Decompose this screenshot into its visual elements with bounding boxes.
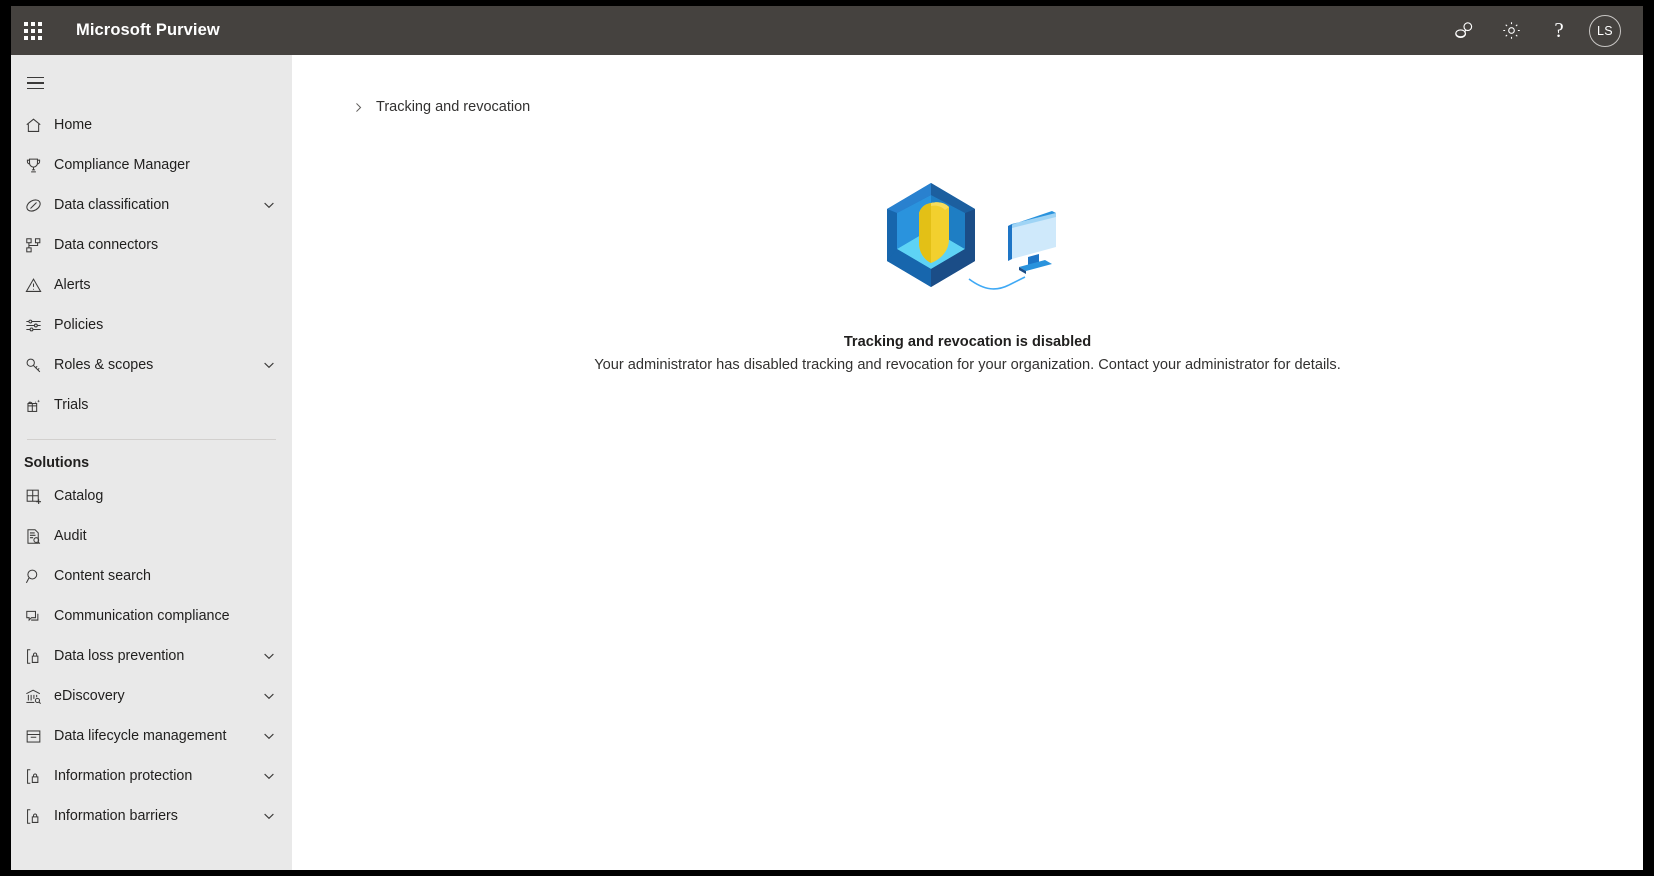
sidebar-item-label: Catalog — [54, 488, 103, 504]
grid-plus-icon — [24, 487, 54, 506]
sidebar-item-label: Compliance Manager — [54, 157, 190, 173]
sidebar-item-catalog[interactable]: Catalog — [11, 476, 292, 516]
connectors-icon — [24, 236, 54, 255]
sidebar-item-information-barriers[interactable]: Information barriers — [11, 796, 292, 836]
sidebar-item-label: Information barriers — [54, 808, 178, 824]
sidebar-item-label: Policies — [54, 317, 103, 333]
empty-state-description: Your administrator has disabled tracking… — [594, 357, 1341, 373]
gear-icon[interactable] — [1487, 6, 1535, 55]
archive-box-icon — [24, 727, 54, 746]
tag-icon — [24, 196, 54, 215]
sidebar-item-label: Home — [54, 117, 92, 133]
left-navigation-sidebar: Home Compliance Manager Da — [11, 55, 292, 870]
sidebar-item-label: eDiscovery — [54, 688, 125, 704]
document-search-icon — [24, 527, 54, 546]
empty-state-title: Tracking and revocation is disabled — [844, 334, 1091, 350]
sidebar-divider — [27, 439, 276, 440]
sidebar-item-trials[interactable]: Trials — [11, 385, 292, 425]
sidebar-item-data-loss-prevention[interactable]: Data loss prevention — [11, 636, 292, 676]
sidebar-item-roles-and-scopes[interactable]: Roles & scopes — [11, 345, 292, 385]
chevron-right-icon[interactable] — [352, 101, 365, 114]
app-header: Microsoft Purview ? L — [11, 6, 1643, 55]
help-icon[interactable]: ? — [1535, 6, 1583, 55]
bank-search-icon — [24, 687, 54, 706]
document-lock-icon — [24, 807, 54, 826]
sidebar-item-label: Alerts — [54, 277, 91, 293]
sidebar-item-label: Data lifecycle management — [54, 728, 226, 744]
warning-triangle-icon — [24, 276, 54, 295]
document-lock-icon — [24, 647, 54, 666]
trophy-icon — [24, 156, 54, 175]
chevron-down-icon[interactable] — [262, 649, 276, 663]
sidebar-item-compliance-manager[interactable]: Compliance Manager — [11, 145, 292, 185]
sidebar-item-alerts[interactable]: Alerts — [11, 265, 292, 305]
feedback-icon[interactable] — [1439, 6, 1487, 55]
sidebar-item-label: Data loss prevention — [54, 648, 184, 664]
header-actions: ? LS — [1439, 6, 1643, 55]
sidebar-item-audit[interactable]: Audit — [11, 516, 292, 556]
sidebar-item-information-protection[interactable]: Information protection — [11, 756, 292, 796]
gift-icon — [24, 396, 54, 415]
avatar[interactable]: LS — [1589, 15, 1621, 47]
sidebar-item-content-search[interactable]: Content search — [11, 556, 292, 596]
hamburger-menu-icon[interactable] — [11, 61, 59, 105]
sidebar-item-data-lifecycle-management[interactable]: Data lifecycle management — [11, 716, 292, 756]
sidebar-item-label: Data classification — [54, 197, 169, 213]
sidebar-item-ediscovery[interactable]: eDiscovery — [11, 676, 292, 716]
sidebar-item-label: Audit — [54, 528, 87, 544]
sidebar-section-title: Solutions — [11, 450, 292, 476]
purview-app-window: Microsoft Purview ? L — [11, 6, 1643, 870]
sliders-icon — [24, 316, 54, 335]
search-icon — [24, 567, 54, 586]
document-lock-icon — [24, 767, 54, 786]
chevron-down-icon[interactable] — [262, 809, 276, 823]
home-icon — [24, 116, 54, 135]
chevron-down-icon[interactable] — [262, 198, 276, 212]
chevron-down-icon[interactable] — [262, 689, 276, 703]
shield-in-hexagon-with-monitor-illustration — [873, 167, 1063, 307]
app-launcher-waffle-icon[interactable] — [11, 6, 55, 55]
chevron-down-icon[interactable] — [262, 729, 276, 743]
main-content: Tracking and revocation — [292, 55, 1643, 870]
sidebar-item-home[interactable]: Home — [11, 105, 292, 145]
sidebar-item-label: Communication compliance — [54, 608, 230, 624]
sidebar-item-label: Trials — [54, 397, 88, 413]
sidebar-item-label: Information protection — [54, 768, 192, 784]
chevron-down-icon[interactable] — [262, 769, 276, 783]
breadcrumb-item-tracking-and-revocation[interactable]: Tracking and revocation — [376, 99, 530, 115]
waffle-grid — [24, 22, 42, 40]
help-glyph: ? — [1554, 20, 1563, 41]
sidebar-item-communication-compliance[interactable]: Communication compliance — [11, 596, 292, 636]
empty-state: Tracking and revocation is disabled Your… — [292, 167, 1643, 373]
key-icon — [24, 356, 54, 375]
sidebar-item-policies[interactable]: Policies — [11, 305, 292, 345]
sidebar-item-data-classification[interactable]: Data classification — [11, 185, 292, 225]
chat-bubbles-icon — [24, 607, 54, 626]
sidebar-item-label: Roles & scopes — [54, 357, 153, 373]
chevron-down-icon[interactable] — [262, 358, 276, 372]
sidebar-item-label: Content search — [54, 568, 151, 584]
app-title: Microsoft Purview — [76, 21, 220, 40]
sidebar-item-data-connectors[interactable]: Data connectors — [11, 225, 292, 265]
breadcrumb: Tracking and revocation — [352, 99, 1643, 115]
sidebar-item-label: Data connectors — [54, 237, 158, 253]
